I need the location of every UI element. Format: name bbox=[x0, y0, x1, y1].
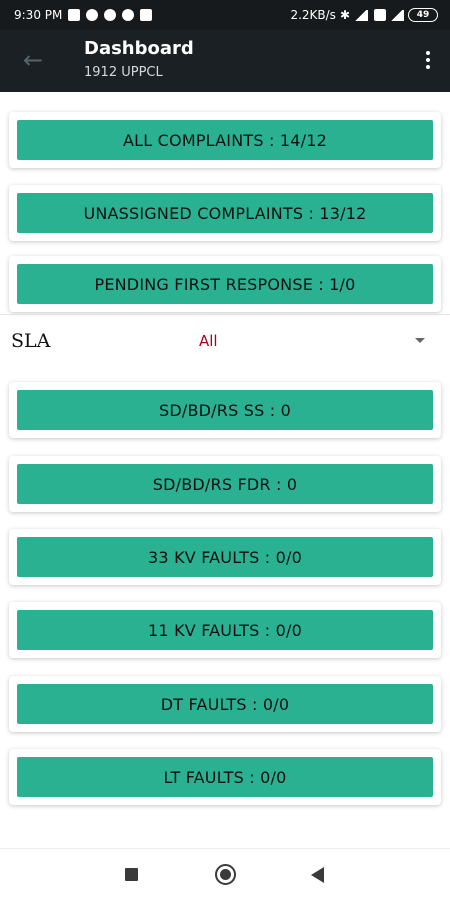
chat-notification-icon bbox=[86, 9, 99, 21]
sla-filter-row: SLA All bbox=[0, 318, 450, 364]
system-nav-bar bbox=[0, 848, 450, 900]
triangle-back-icon[interactable] bbox=[311, 867, 324, 883]
fault-card: SD/BD/RS SS : 0 bbox=[9, 382, 441, 438]
page-title: Dashboard bbox=[84, 38, 194, 59]
summary-card: PENDING FIRST RESPONSE : 1/0 bbox=[9, 256, 441, 312]
dashboard-content: ALL COMPLAINTS : 14/12 UNASSIGNED COMPLA… bbox=[0, 92, 450, 848]
whatsapp-notification-icon-2 bbox=[122, 9, 135, 21]
dt-faults-button[interactable]: DT FAULTS : 0/0 bbox=[17, 684, 433, 724]
lt-faults-button[interactable]: LT FAULTS : 0/0 bbox=[17, 757, 433, 797]
fault-card: LT FAULTS : 0/0 bbox=[9, 749, 441, 805]
message-notification-icon bbox=[68, 9, 81, 21]
fault-card: DT FAULTS : 0/0 bbox=[9, 676, 441, 732]
all-complaints-button[interactable]: ALL COMPLAINTS : 14/12 bbox=[17, 120, 433, 160]
whatsapp-notification-icon bbox=[104, 9, 117, 21]
more-vert-icon[interactable] bbox=[422, 48, 434, 72]
summary-card: UNASSIGNED COMPLAINTS : 13/12 bbox=[9, 185, 441, 241]
sd-bd-rs-ss-button[interactable]: SD/BD/RS SS : 0 bbox=[17, 390, 433, 430]
33kv-faults-button[interactable]: 33 KV FAULTS : 0/0 bbox=[17, 537, 433, 577]
network-speed: 2.2KB/s bbox=[290, 8, 336, 22]
circle-icon[interactable] bbox=[215, 864, 236, 885]
status-bar-right: 2.2KB/s ✱ 49 bbox=[290, 8, 438, 22]
battery-icon: 49 bbox=[408, 8, 438, 22]
square-icon[interactable] bbox=[125, 868, 138, 881]
status-bar-left: 9:30 PM bbox=[14, 8, 153, 22]
arrow-left-icon[interactable]: ← bbox=[20, 47, 46, 73]
sla-label: SLA bbox=[11, 330, 51, 352]
bluetooth-icon: ✱ bbox=[339, 8, 350, 22]
sd-bd-rs-fdr-button[interactable]: SD/BD/RS FDR : 0 bbox=[17, 464, 433, 504]
page-subtitle: 1912 UPPCL bbox=[84, 65, 163, 80]
status-bar: 9:30 PM 2.2KB/s ✱ 49 bbox=[0, 0, 450, 30]
fault-card: SD/BD/RS FDR : 0 bbox=[9, 456, 441, 512]
fault-card: 33 KV FAULTS : 0/0 bbox=[9, 529, 441, 585]
app-bar: ← Dashboard 1912 UPPCL bbox=[0, 30, 450, 92]
status-time: 9:30 PM bbox=[14, 8, 63, 22]
fault-card: 11 KV FAULTS : 0/0 bbox=[9, 602, 441, 658]
unassigned-complaints-button[interactable]: UNASSIGNED COMPLAINTS : 13/12 bbox=[17, 193, 433, 233]
delete-notification-icon bbox=[140, 9, 153, 21]
pending-first-response-button[interactable]: PENDING FIRST RESPONSE : 1/0 bbox=[17, 264, 433, 304]
sla-selected-value: All bbox=[199, 332, 218, 350]
signal-icon-2 bbox=[390, 9, 404, 21]
signal-icon bbox=[354, 9, 368, 21]
chevron-down-icon bbox=[415, 338, 425, 343]
11kv-faults-button[interactable]: 11 KV FAULTS : 0/0 bbox=[17, 610, 433, 650]
sla-dropdown[interactable]: All bbox=[190, 324, 435, 358]
summary-card: ALL COMPLAINTS : 14/12 bbox=[9, 112, 441, 168]
divider bbox=[0, 314, 450, 315]
volte-icon bbox=[374, 9, 386, 21]
